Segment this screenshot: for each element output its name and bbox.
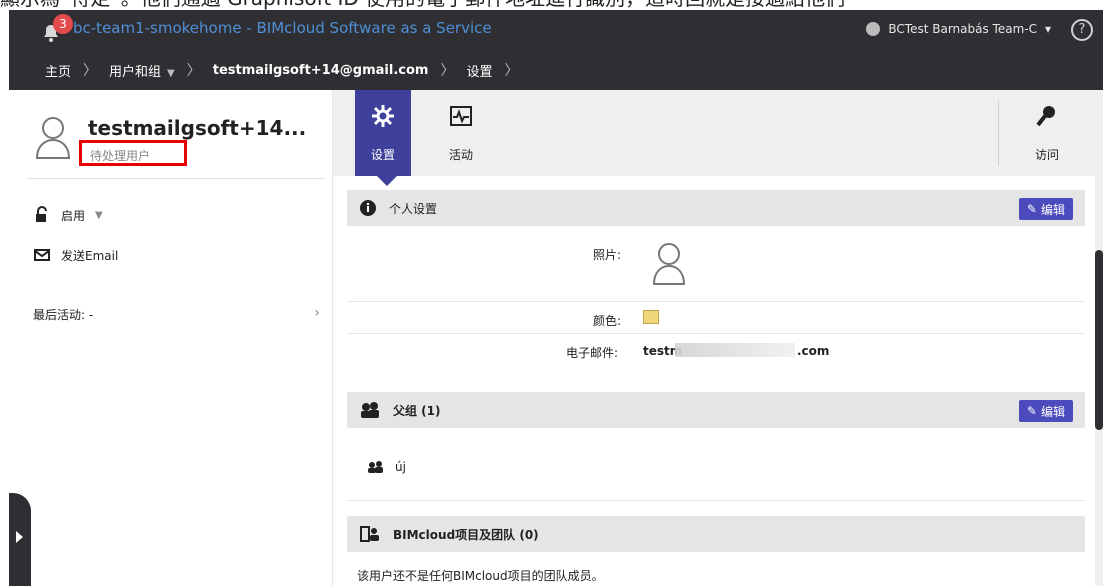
enable-label: 启用 <box>61 208 86 223</box>
enable-toggle[interactable]: 启用 ▼ <box>33 206 103 224</box>
notification-badge: 3 <box>53 14 73 34</box>
user-name: BCTest Barnabás Team-C <box>888 22 1037 36</box>
unlock-icon <box>36 206 47 222</box>
left-panel-collapse-handle[interactable] <box>9 493 31 586</box>
color-label: 颜色: <box>593 314 622 328</box>
user-summary-panel: testmailgsoft+14... 待处理用户 启用 ▼ 发送Email 最… <box>9 90 333 586</box>
last-activity-row[interactable]: 最后活动: - <box>33 306 93 323</box>
user-menu[interactable]: BCTest Barnabás Team-C ▾ <box>866 22 1051 36</box>
pending-user-badge: 待处理用户 <box>79 140 187 166</box>
row-divider <box>347 301 1085 302</box>
user-avatar-icon <box>35 117 71 159</box>
chevron-right-icon: 〉 <box>186 63 201 79</box>
user-display-name: testmailgsoft+14... <box>88 116 307 140</box>
tab-divider <box>998 100 999 166</box>
user-details-panel: 设置 活动 访问 个人设置 ✎ 编辑 照片: 颜色: 电子邮件: testm .… <box>333 90 1103 586</box>
breadcrumb-user-email[interactable]: testmailgsoft+14@gmail.com <box>213 63 429 78</box>
personal-settings-title: 个人设置 <box>389 201 438 216</box>
project-team-icon <box>360 526 379 542</box>
photo-label: 照片: <box>593 248 622 262</box>
user-icon <box>866 22 881 36</box>
tab-access[interactable]: 访问 <box>1019 90 1075 176</box>
breadcrumb-users-groups[interactable]: 用户和组 ▼ <box>109 61 175 80</box>
no-projects-message: 该用户还不是任何BIMcloud项目的团队成员。 <box>357 569 604 583</box>
parent-group-name: új <box>395 460 406 474</box>
last-activity-label: 最后活动: - <box>33 308 94 322</box>
email-label: 电子邮件: <box>566 346 619 360</box>
chevron-right-icon: 〉 <box>83 63 98 79</box>
pencil-icon: ✎ <box>1026 404 1037 418</box>
top-header: 3 bc-team1-smokehome - BIMcloud Software… <box>9 10 1103 90</box>
help-icon[interactable]: ? <box>1071 19 1093 41</box>
parent-groups-header: 父组 (1) ✎ 编辑 <box>347 392 1085 428</box>
projects-teams-header: BIMcloud项目及团队 (0) <box>347 516 1085 552</box>
divider <box>27 178 325 179</box>
parent-groups-edit-button[interactable]: ✎ 编辑 <box>1018 400 1073 422</box>
pencil-icon: ✎ <box>1026 202 1037 216</box>
breadcrumb: 主页 〉 用户和组 ▼ 〉 testmailgsoft+14@gmail.com … <box>9 50 1103 90</box>
row-divider <box>347 333 1085 334</box>
group-icon <box>361 402 379 418</box>
personal-settings-edit-button[interactable]: ✎ 编辑 <box>1018 198 1073 220</box>
email-redacted <box>675 343 795 357</box>
mail-icon <box>34 249 50 261</box>
send-email-label: 发送Email <box>61 248 119 263</box>
email-suffix: .com <box>797 344 830 358</box>
tabs-bar: 设置 活动 访问 <box>333 90 1095 186</box>
gear-icon <box>372 105 394 127</box>
header-row-1: 3 bc-team1-smokehome - BIMcloud Software… <box>9 10 1103 50</box>
breadcrumb-users-groups-label: 用户和组 <box>109 64 162 80</box>
parent-groups-title: 父组 (1) <box>393 403 441 418</box>
activity-monitor-icon <box>450 106 472 126</box>
chevron-right-icon: 〉 <box>504 63 519 79</box>
breadcrumb-home[interactable]: 主页 <box>45 61 71 80</box>
tab-settings-label: 设置 <box>370 148 395 162</box>
tab-activity[interactable]: 活动 <box>433 90 489 176</box>
chevron-right-icon: 〉 <box>440 63 455 79</box>
tab-access-label: 访问 <box>1034 148 1059 162</box>
breadcrumb-settings[interactable]: 设置 <box>466 61 492 80</box>
projects-teams-title: BIMcloud项目及团队 (0) <box>393 527 539 542</box>
tab-settings[interactable]: 设置 <box>355 90 411 186</box>
chevron-down-icon: ▼ <box>167 67 175 79</box>
chevron-right-icon[interactable]: › <box>314 305 320 321</box>
info-icon <box>360 200 376 216</box>
pending-user-label: 待处理用户 <box>90 149 151 163</box>
edit-label: 编辑 <box>1040 404 1065 419</box>
chevron-down-icon: ▾ <box>1044 22 1051 36</box>
caption-text: 顯示為“待定”。他們通過 Graphisoft ID 使用的電子郵件地址進行識別… <box>0 0 1103 10</box>
user-color-swatch <box>643 310 659 324</box>
send-email-button[interactable]: 发送Email <box>33 246 118 264</box>
key-icon <box>1036 106 1055 127</box>
profile-photo-placeholder-icon <box>652 243 686 285</box>
tab-activity-label: 活动 <box>448 148 473 162</box>
personal-settings-header: 个人设置 ✎ 编辑 <box>347 190 1085 226</box>
expand-arrow-icon <box>16 531 23 543</box>
scrollbar-thumb[interactable] <box>1095 250 1103 430</box>
chevron-down-icon: ▼ <box>95 209 103 221</box>
row-divider <box>347 500 1085 501</box>
parent-group-item[interactable]: új <box>367 460 406 474</box>
group-icon <box>368 461 383 473</box>
edit-label: 编辑 <box>1040 202 1065 217</box>
app-title[interactable]: bc-team1-smokehome - BIMcloud Software a… <box>73 19 492 37</box>
